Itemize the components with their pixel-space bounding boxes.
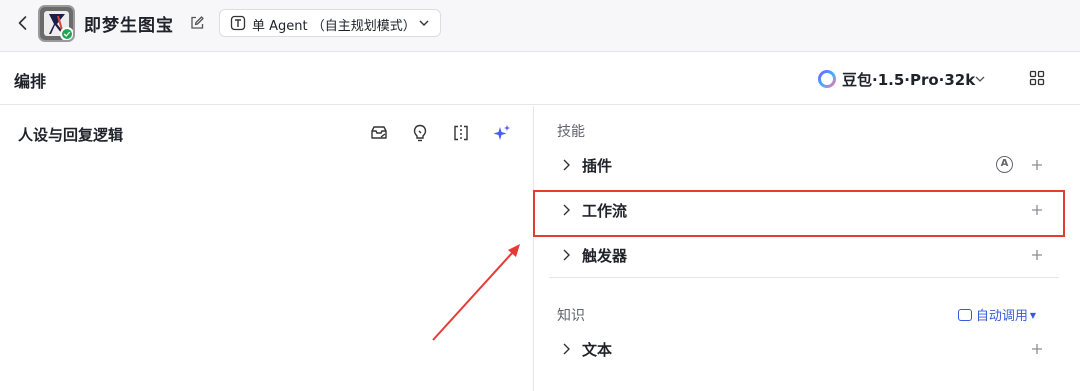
auto-call-label: 自动调用	[975, 309, 1028, 324]
text-mode-icon	[230, 15, 246, 31]
auto-mode-badge-icon[interactable]: A	[996, 156, 1013, 173]
skills-panel: 技能 插件 A 工作流 触发器 知识 自动调用 ▼ 文本	[535, 106, 1080, 391]
agent-mode-label: 单 Agent （自主规划模式）	[252, 19, 416, 34]
knowledge-row-label: 文本	[582, 341, 613, 359]
edit-icon[interactable]	[189, 15, 205, 31]
workflow-highlight-box	[533, 190, 1065, 237]
auto-call-dropdown[interactable]: 自动调用 ▼	[957, 305, 1036, 324]
robot-icon	[957, 309, 972, 321]
section-title: 编排	[14, 72, 47, 91]
chevron-right-icon	[563, 159, 570, 171]
app-title: 即梦生图宝	[84, 16, 174, 36]
split-view-icon[interactable]	[451, 123, 471, 143]
knowledge-group-label: 知识	[557, 308, 585, 324]
add-text-button[interactable]	[1029, 341, 1045, 357]
chevron-right-icon	[563, 249, 570, 261]
back-arrow-icon[interactable]	[14, 14, 32, 32]
knowledge-row-text[interactable]: 文本	[549, 328, 1059, 372]
ai-optimize-sparkle-icon[interactable]	[492, 123, 512, 143]
lightbulb-icon[interactable]	[410, 123, 430, 143]
layout-grid-icon[interactable]	[1029, 70, 1045, 86]
caret-down-icon: ▼	[1029, 311, 1036, 320]
agent-mode-selector[interactable]: 单 Agent （自主规划模式）	[219, 9, 441, 37]
doubao-logo-icon	[818, 70, 836, 88]
skills-group-label: 技能	[557, 124, 585, 140]
verified-check-icon	[60, 27, 73, 40]
model-label: 豆包·1.5·Pro·32k	[842, 71, 976, 89]
arrangement-header: 编排 豆包·1.5·Pro·32k	[0, 53, 1080, 105]
add-trigger-button[interactable]	[1029, 247, 1045, 263]
chevron-down-icon	[419, 20, 429, 26]
skill-row-plugin[interactable]: 插件 A	[549, 144, 1059, 188]
top-bar: 即梦生图宝 单 Agent （自主规划模式）	[0, 0, 1080, 52]
skill-row-trigger[interactable]: 触发器	[549, 234, 1059, 278]
chevron-down-icon	[975, 76, 985, 82]
chevron-right-icon	[563, 343, 570, 355]
app-avatar	[38, 5, 75, 42]
persona-panel: 人设与回复逻辑	[0, 106, 534, 391]
add-plugin-button[interactable]	[1029, 157, 1045, 173]
skill-row-label: 触发器	[582, 247, 628, 265]
prompt-library-icon[interactable]	[369, 123, 389, 143]
skill-row-label: 插件	[582, 157, 613, 175]
persona-title: 人设与回复逻辑	[18, 126, 124, 144]
